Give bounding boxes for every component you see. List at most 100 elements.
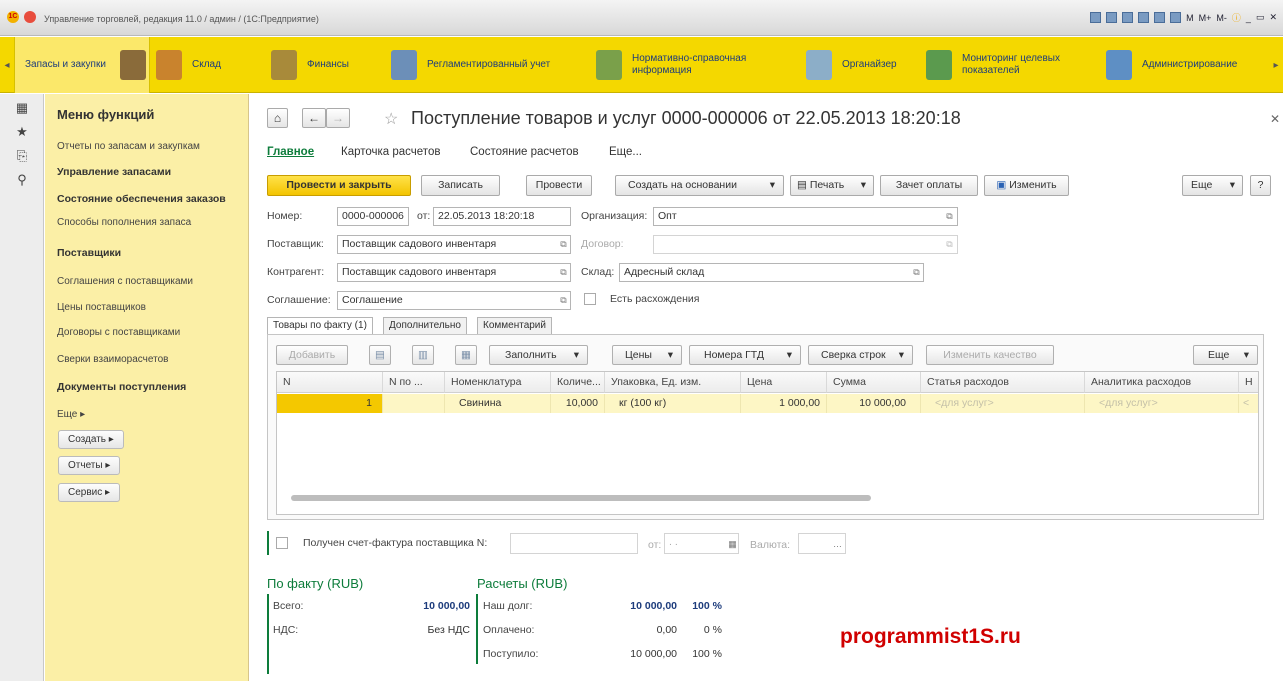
open-link-icon[interactable]: ⧉	[558, 239, 569, 250]
memory-mminus-button[interactable]: M-	[1216, 13, 1227, 23]
save-icon[interactable]	[1122, 12, 1134, 23]
agreement-field[interactable]: Соглашение	[337, 291, 571, 310]
scroll-left-icon[interactable]: ◂	[0, 37, 14, 93]
tab-settlement-state[interactable]: Состояние расчетов	[470, 146, 579, 158]
tab-goods-fact[interactable]: Товары по факту (1)	[267, 317, 373, 335]
table-row[interactable]: 1 Свинина 10,000 кг (100 кг) 1 000,00 10…	[277, 394, 1258, 413]
tab-comment[interactable]: Комментарий	[477, 317, 552, 334]
row-expense-cell[interactable]: <для услуг>	[921, 394, 1085, 413]
tab-more[interactable]: Еще...	[609, 146, 642, 158]
menu-group-button[interactable]: Создать ▸	[58, 430, 124, 449]
row-number-cell[interactable]: 1	[277, 394, 383, 413]
calendar-icon[interactable]: ▦	[727, 539, 738, 550]
section-7[interactable]: Мониторинг целевых показателей	[920, 37, 1095, 93]
create-based-button[interactable]: Создать на основании ▾	[615, 175, 784, 196]
menu-item[interactable]: Состояние обеспечения заказов	[57, 193, 226, 205]
column-header[interactable]: Количе...	[551, 372, 605, 393]
prices-button[interactable]: Цены ▾	[612, 345, 682, 365]
post-button[interactable]: Провести	[526, 175, 592, 196]
link-icon[interactable]	[1090, 12, 1102, 23]
date-field[interactable]: 22.05.2013 18:20:18	[433, 207, 571, 226]
tab-main[interactable]: Главное	[267, 146, 314, 158]
menu-item[interactable]: Способы пополнения запаса	[57, 217, 191, 228]
column-header[interactable]: Цена	[741, 372, 827, 393]
add-row-button[interactable]: Добавить	[276, 345, 348, 365]
open-link-icon[interactable]: ⧉	[944, 239, 955, 250]
invoice-received-checkbox[interactable]	[276, 537, 288, 549]
menu-item[interactable]: Управление запасами	[57, 166, 171, 178]
main-menu-icon[interactable]	[24, 11, 36, 23]
menu-item[interactable]: Документы поступления	[57, 381, 186, 393]
memory-mplus-button[interactable]: M+	[1199, 13, 1212, 23]
column-header[interactable]: N	[277, 372, 383, 393]
tab-settlement-card[interactable]: Карточка расчетов	[341, 146, 440, 158]
close-form-icon[interactable]: ✕	[1270, 112, 1280, 126]
pick-items-icon[interactable]: ▦	[455, 345, 477, 365]
column-header[interactable]: Н	[1239, 372, 1258, 393]
column-header[interactable]: Сумма	[827, 372, 921, 393]
discrepancy-checkbox[interactable]	[584, 293, 596, 305]
menu-group-button[interactable]: Сервис ▸	[58, 483, 121, 502]
number-field[interactable]: 0000-000006	[337, 207, 409, 226]
home-button[interactable]: ⌂	[267, 108, 288, 128]
edit-button[interactable]: ▣ Изменить	[984, 175, 1069, 196]
favorites-icon[interactable]	[1138, 12, 1150, 23]
organization-field[interactable]: Опт	[653, 207, 958, 226]
invoice-number-field[interactable]	[510, 533, 638, 554]
menu-item[interactable]: Сверки взаиморасчетов	[57, 354, 168, 365]
memory-m-button[interactable]: M	[1186, 13, 1194, 23]
scroll-right-icon[interactable]: ▸	[1269, 37, 1283, 93]
info-icon[interactable]: ⓘ	[1232, 11, 1241, 24]
menu-group-button[interactable]: Отчеты ▸	[58, 456, 121, 475]
search-icon[interactable]: ⚲	[0, 168, 44, 192]
fill-button[interactable]: Заполнить ▾	[489, 345, 588, 365]
calculator-icon[interactable]	[1154, 12, 1166, 23]
currency-select-icon[interactable]: …	[832, 539, 843, 550]
save-button[interactable]: Записать	[421, 175, 500, 196]
menu-item[interactable]: Договоры с поставщиками	[57, 327, 180, 338]
back-button[interactable]: ←	[302, 108, 326, 128]
section-5[interactable]: Нормативно-справочная информация	[590, 37, 795, 93]
payment-offset-button[interactable]: Зачет оплаты	[880, 175, 978, 196]
copy-row-icon[interactable]: ▤	[369, 345, 391, 365]
close-icon[interactable]: ✕	[1269, 12, 1277, 23]
history-icon[interactable]: ⎘	[0, 144, 44, 168]
open-link-icon[interactable]: ⧉	[558, 267, 569, 278]
reconcile-rows-button[interactable]: Сверка строк ▾	[808, 345, 913, 365]
contract-field[interactable]	[653, 235, 958, 254]
section-4[interactable]: Регламентированный учет	[385, 37, 585, 93]
column-header[interactable]: Номенклатура	[445, 372, 551, 393]
change-quality-button[interactable]: Изменить качество	[926, 345, 1054, 365]
print-button[interactable]: ▤ Печать ▾	[790, 175, 874, 196]
table-more-button[interactable]: Еще ▾	[1193, 345, 1258, 365]
more-button[interactable]: Еще ▾	[1182, 175, 1243, 196]
menu-item[interactable]: Поставщики	[57, 247, 121, 259]
1c-logo-icon[interactable]: 1С	[7, 11, 19, 23]
row-pack-cell[interactable]: кг (100 кг)	[605, 394, 741, 413]
row-price-cell[interactable]: 1 000,00	[741, 394, 827, 413]
horizontal-scrollbar[interactable]	[291, 495, 871, 501]
minimize-icon[interactable]: _	[1246, 13, 1251, 23]
row-analytics-cell[interactable]: <для услуг>	[1085, 394, 1239, 413]
section-3[interactable]: Финансы	[265, 37, 380, 93]
menu-item[interactable]: Еще ▸	[57, 409, 85, 420]
row-item-cell[interactable]: Свинина	[445, 394, 551, 413]
supplier-field[interactable]: Поставщик садового инвентаря	[337, 235, 571, 254]
column-header[interactable]: Статья расходов	[921, 372, 1085, 393]
column-header[interactable]: Упаковка, Ед. изм.	[605, 372, 741, 393]
section-2[interactable]: Склад	[150, 37, 260, 93]
help-button[interactable]: ?	[1250, 175, 1271, 196]
calendar-icon[interactable]	[1170, 12, 1182, 23]
open-link-icon[interactable]: ⧉	[911, 267, 922, 278]
apps-grid-icon[interactable]: ▦	[0, 96, 44, 120]
print-icon[interactable]	[1106, 12, 1118, 23]
warehouse-field[interactable]: Адресный склад	[619, 263, 924, 282]
section-6[interactable]: Органайзер	[800, 37, 915, 93]
favorite-star-icon[interactable]: ☆	[384, 109, 398, 129]
tab-additional[interactable]: Дополнительно	[383, 317, 467, 334]
open-link-icon[interactable]: ⧉	[944, 211, 955, 222]
post-and-close-button[interactable]: Провести и закрыть	[267, 175, 411, 196]
open-link-icon[interactable]: ⧉	[558, 295, 569, 306]
maximize-icon[interactable]: ▭	[1256, 12, 1265, 23]
favorites-star-icon[interactable]: ★	[0, 120, 44, 144]
